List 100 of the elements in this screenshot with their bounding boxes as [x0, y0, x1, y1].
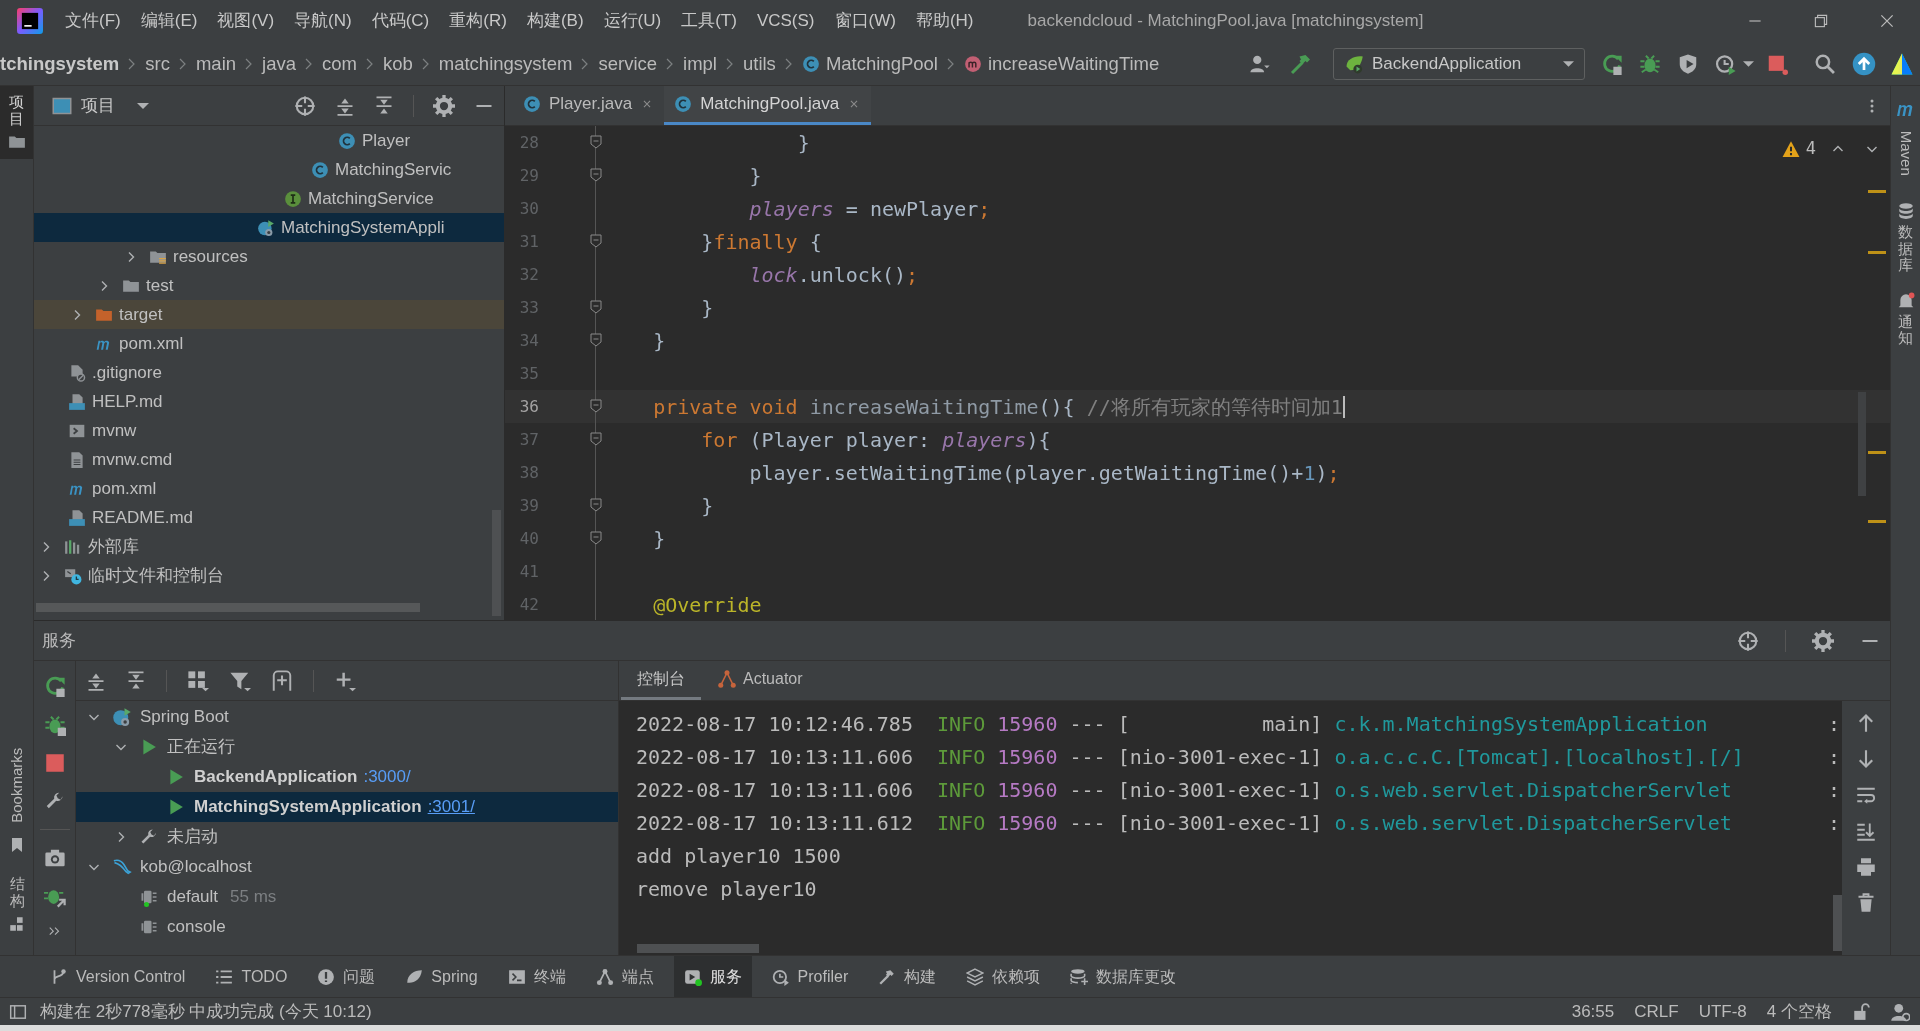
tree-item[interactable]: resources — [34, 242, 504, 271]
update-icon[interactable] — [1852, 51, 1876, 76]
breadcrumb-item[interactable]: com — [322, 49, 357, 78]
tool-window-tab[interactable]: 数据库更改 — [1060, 955, 1187, 998]
tree-node[interactable]: BackendApplication :3000/ — [76, 762, 618, 792]
warning-marker[interactable] — [1868, 251, 1886, 254]
tree-item[interactable]: MatchingService — [34, 184, 504, 213]
tool-window-tab[interactable]: 依赖项 — [956, 955, 1051, 998]
breadcrumb-item[interactable]: kob — [382, 49, 413, 78]
console-tab[interactable]: Actuator — [701, 661, 819, 700]
breadcrumb-item[interactable]: src — [145, 49, 170, 78]
fold-marker-icon[interactable] — [589, 431, 603, 447]
debug-icon[interactable] — [43, 714, 66, 736]
tree-item[interactable]: Player — [34, 126, 504, 155]
horizontal-scrollbar[interactable] — [36, 603, 420, 612]
breadcrumb-item[interactable]: increaseWaitingTime — [963, 49, 1160, 78]
print-icon[interactable] — [1856, 857, 1876, 877]
tool-window-tab[interactable]: 问题 — [307, 955, 386, 998]
breadcrumb-item[interactable]: MatchingPool — [801, 49, 938, 78]
vertical-scrollbar[interactable] — [1858, 392, 1866, 496]
fold-marker-icon[interactable] — [589, 332, 603, 348]
panel-toggle-icon[interactable] — [9, 1002, 27, 1021]
breadcrumb-item[interactable]: tchingsystem — [0, 49, 120, 78]
settings-icon[interactable] — [1812, 629, 1834, 652]
tree-item[interactable]: 外部库 — [34, 532, 504, 561]
breadcrumb-item[interactable]: java — [262, 49, 296, 78]
folder-icon[interactable] — [7, 133, 26, 151]
run-configuration-dropdown[interactable]: BackendApplication — [1333, 47, 1585, 80]
breadcrumb-item[interactable]: matchingsystem — [438, 49, 573, 78]
restore-icon[interactable] — [1812, 12, 1830, 30]
menu-item[interactable]: VCS(S) — [750, 8, 821, 34]
line-separator[interactable]: CRLF — [1634, 998, 1679, 1025]
notifications-tool-label[interactable]: 通知 — [1898, 313, 1913, 347]
menu-item[interactable]: 运行(U) — [597, 8, 668, 34]
collapse-all-icon[interactable] — [374, 94, 394, 117]
plugin-logo-icon[interactable] — [1890, 51, 1914, 76]
port-link[interactable]: :3001/ — [427, 794, 475, 820]
tree-item[interactable]: mvnw.cmd — [34, 445, 504, 474]
tree-item[interactable]: MatchingServic — [34, 155, 504, 184]
breadcrumb-item[interactable]: utils — [742, 49, 776, 78]
shield-icon[interactable] — [1677, 52, 1699, 75]
rerun-icon[interactable] — [1601, 52, 1623, 75]
close-icon[interactable] — [1878, 12, 1896, 30]
locate-icon[interactable] — [294, 94, 316, 117]
maven-tool-label[interactable]: Maven — [1894, 126, 1917, 181]
inspector-icon[interactable] — [1890, 1001, 1910, 1022]
menu-item[interactable]: 帮助(H) — [909, 8, 980, 34]
menu-item[interactable]: 视图(V) — [211, 8, 281, 34]
debug-icon[interactable] — [1639, 52, 1661, 75]
settings-icon[interactable] — [433, 94, 455, 117]
indent-setting[interactable]: 4 个空格 — [1766, 998, 1832, 1025]
breadcrumb-item[interactable]: impl — [683, 49, 717, 78]
tree-node[interactable]: default 55 ms — [76, 882, 618, 912]
logger-name[interactable]: o.s.web.servlet.DispatcherServlet — [1334, 777, 1732, 802]
tool-window-tab[interactable]: 构建 — [868, 955, 947, 998]
fold-marker-icon[interactable] — [589, 530, 603, 546]
tree-node[interactable]: MatchingSystemApplication :3001/ — [76, 792, 618, 822]
tree-item[interactable]: MatchingSystemAppli — [34, 213, 504, 242]
menu-item[interactable]: 代码(C) — [365, 8, 436, 34]
editor-tab[interactable]: Player.java — [513, 86, 665, 125]
menu-item[interactable]: 重构(R) — [443, 8, 513, 34]
port-link[interactable]: :3000/ — [363, 764, 411, 790]
scroll-to-end-icon[interactable] — [1856, 821, 1876, 841]
logger-name[interactable]: c.k.m.MatchingSystemApplication — [1334, 711, 1708, 736]
tool-window-tab[interactable]: Version Control — [40, 955, 196, 998]
tree-node[interactable]: 未启动 — [76, 822, 618, 852]
logger-name[interactable]: o.s.web.servlet.DispatcherServlet — [1334, 810, 1732, 835]
tree-item[interactable]: README.md — [34, 503, 504, 532]
database-icon[interactable] — [1896, 202, 1915, 220]
profiler-icon[interactable] — [1715, 52, 1737, 75]
menu-item[interactable]: 工具(T) — [675, 8, 743, 34]
search-icon[interactable] — [1814, 52, 1836, 75]
warning-marker[interactable] — [1868, 190, 1886, 193]
breadcrumb-item[interactable]: main — [195, 49, 237, 78]
arrow-down-icon[interactable] — [1856, 749, 1876, 769]
camera-icon[interactable] — [43, 847, 66, 869]
stop-icon[interactable] — [44, 753, 65, 773]
fold-marker-icon[interactable] — [589, 134, 603, 150]
structure-icon[interactable] — [8, 915, 26, 933]
database-tool-label[interactable]: 数据库 — [1898, 224, 1913, 274]
structure-tool-label[interactable]: 结构 — [9, 876, 25, 909]
bookmarks-tool-label[interactable]: Bookmarks — [5, 738, 29, 833]
menu-item[interactable]: 导航(N) — [288, 8, 358, 34]
menu-item[interactable]: 构建(B) — [520, 8, 590, 34]
menu-item[interactable]: 窗口(W) — [828, 8, 902, 34]
group-by-icon[interactable] — [187, 669, 209, 692]
tree-item[interactable]: pom.xml — [34, 474, 504, 503]
file-encoding[interactable]: UTF-8 — [1698, 998, 1747, 1025]
tree-item[interactable]: 临时文件和控制台 — [34, 561, 504, 590]
caret-icon[interactable] — [1743, 60, 1754, 67]
menu-item[interactable]: 文件(F) — [59, 8, 127, 34]
notifications-icon[interactable] — [1896, 291, 1915, 310]
tree-item[interactable]: test — [34, 271, 504, 300]
tree-item[interactable]: .gitignore — [34, 358, 504, 387]
tree-item[interactable]: HELP.md — [34, 387, 504, 416]
tree-item[interactable]: mvnw — [34, 416, 504, 445]
bookmark-icon[interactable] — [9, 836, 25, 854]
arrow-up-icon[interactable] — [1856, 713, 1876, 733]
menu-item[interactable]: 编辑(E) — [134, 8, 204, 34]
tree-item[interactable]: target — [34, 300, 504, 329]
